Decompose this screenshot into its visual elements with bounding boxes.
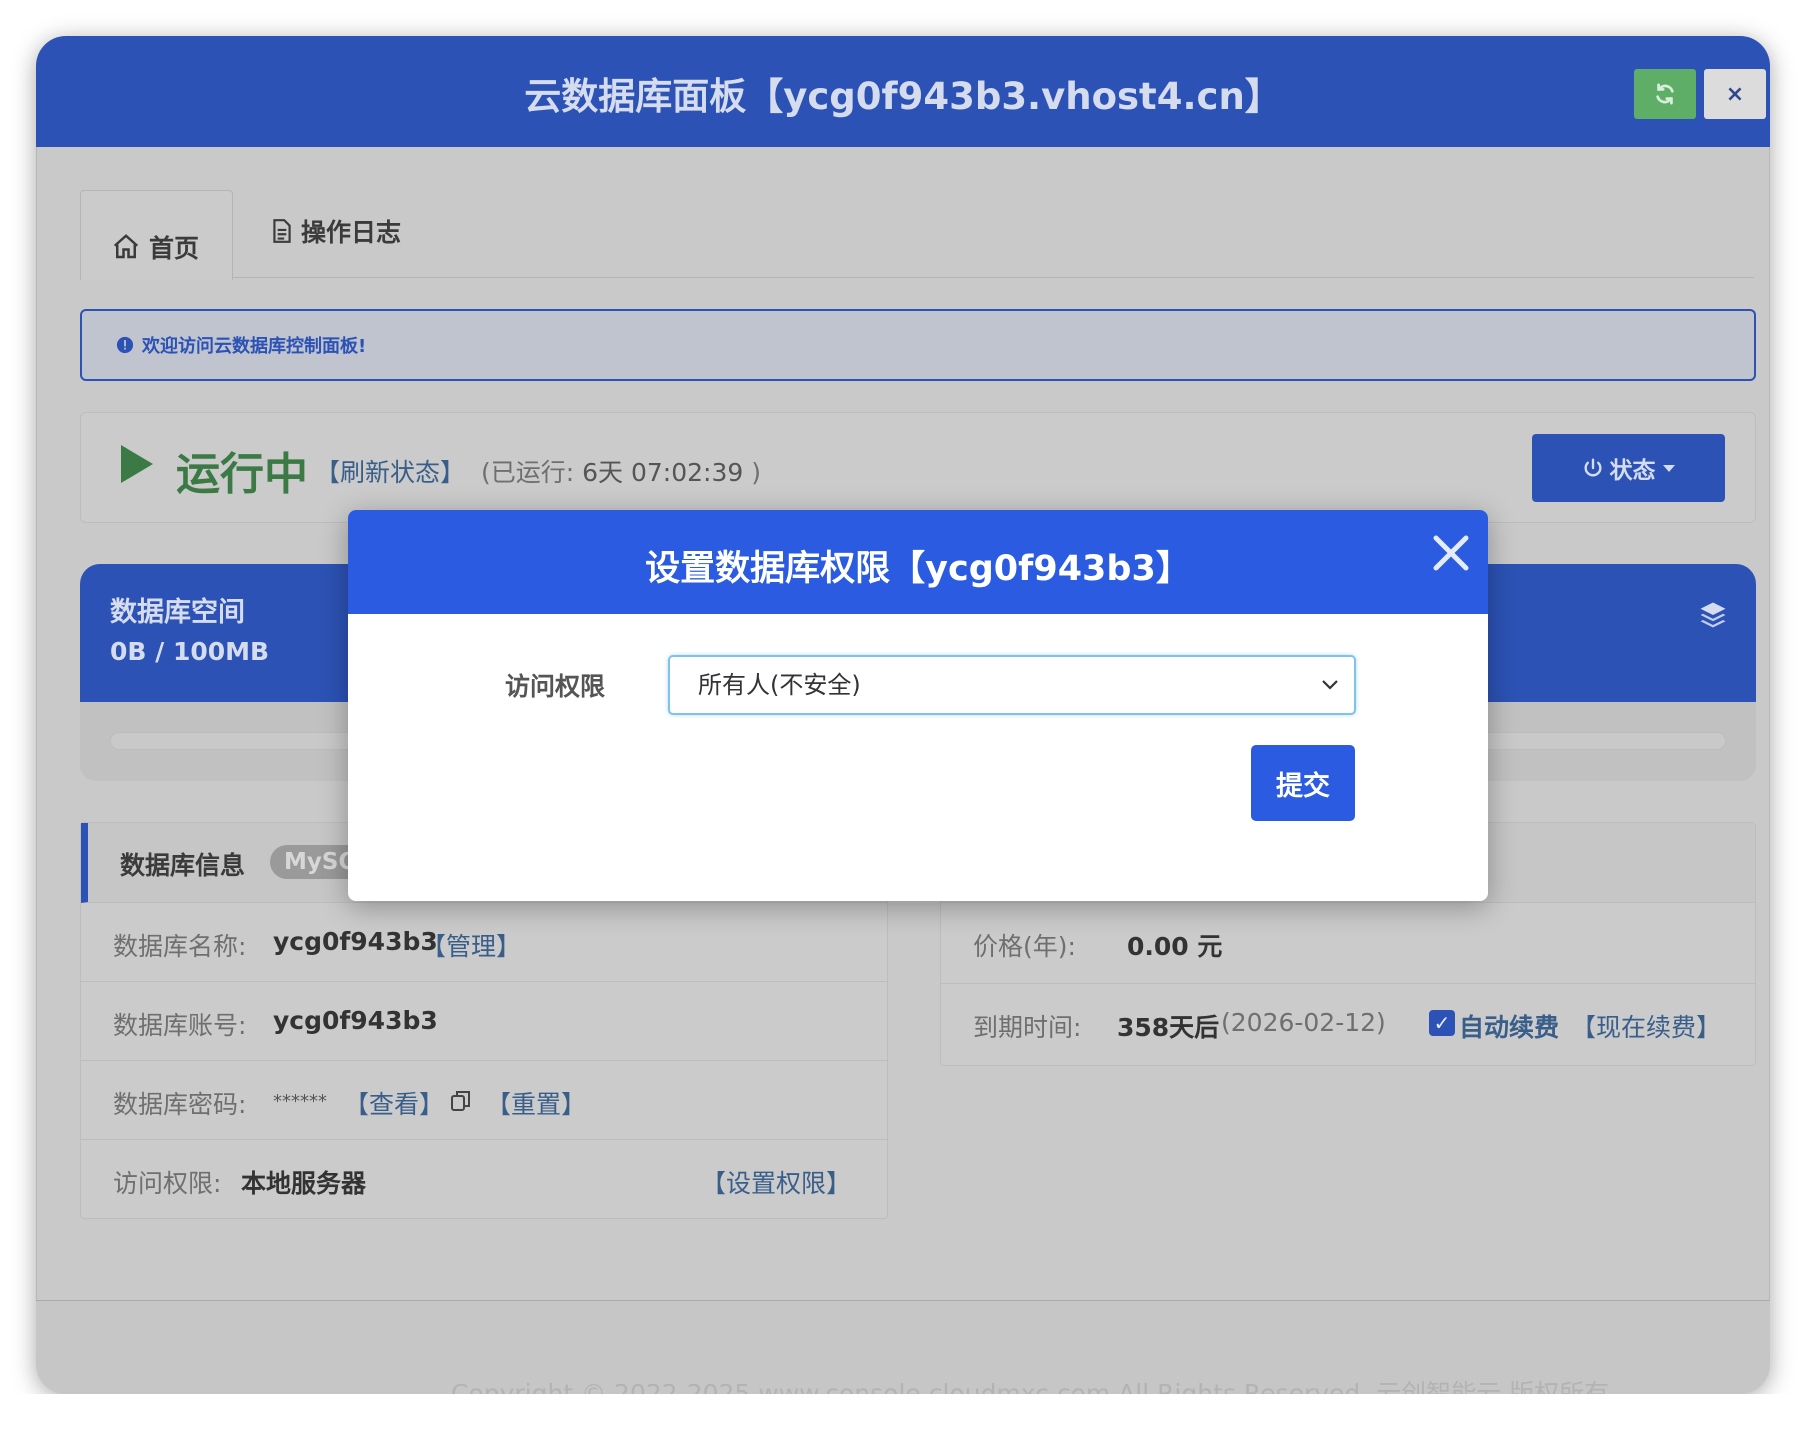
renew-now-link[interactable]: 【现在续费】: [1571, 1008, 1721, 1044]
set-permission-link[interactable]: 【设置权限】: [701, 1164, 851, 1200]
expire-row: 到期时间: 358天后 (2026-02-12) ✓ 自动续费 【现在续费】: [941, 984, 1755, 1063]
modal-close-icon[interactable]: [1426, 528, 1476, 578]
refresh-icon: [1656, 83, 1674, 105]
db-password-label: 数据库密码:: [113, 1090, 247, 1119]
window-header: 云数据库面板【ycg0f943b3.vhost4.cn】 ×: [36, 36, 1770, 147]
power-icon: [1584, 458, 1601, 477]
db-name-value: ycg0f943b3: [273, 927, 438, 956]
page-bottom-margin: [0, 1394, 1806, 1430]
copy-icon[interactable]: [449, 1088, 473, 1114]
tab-divider: [232, 277, 1754, 278]
tab-home[interactable]: 首页: [80, 190, 233, 280]
uptime-end: ): [751, 458, 761, 487]
db-account-row: 数据库账号: ycg0f943b3: [81, 982, 887, 1061]
uptime-value: 6天 07:02:39: [582, 458, 744, 487]
select-value: 所有人(不安全): [698, 671, 861, 699]
space-value: 0B / 100MB: [110, 637, 270, 666]
view-password-link[interactable]: 【查看】: [344, 1085, 444, 1121]
submit-button[interactable]: 提交: [1251, 745, 1355, 821]
running-status: 运行中: [176, 449, 308, 500]
space-title: 数据库空间: [110, 597, 245, 628]
state-dropdown-button[interactable]: 状态: [1532, 434, 1725, 502]
auto-renew-checkbox[interactable]: ✓: [1429, 1010, 1455, 1036]
info-circle-icon: [116, 336, 134, 354]
chevron-down-icon: [1322, 680, 1338, 690]
price-label: 价格(年):: [973, 932, 1076, 961]
access-permission-label: 访问权限: [505, 672, 606, 701]
uptime: (已运行: 6天 07:02:39 ): [481, 453, 761, 489]
tab-operation-log[interactable]: 操作日志: [271, 206, 401, 256]
access-label: 访问权限:: [113, 1169, 222, 1198]
state-button-label: 状态: [1609, 458, 1656, 484]
access-value: 本地服务器: [241, 1169, 367, 1198]
refresh-status-link[interactable]: 【刷新状态】: [315, 453, 465, 489]
layers-icon: [1700, 602, 1726, 628]
home-icon: [113, 233, 139, 258]
db-name-label: 数据库名称:: [113, 932, 247, 961]
uptime-label: (已运行:: [481, 458, 575, 487]
alert-text: 欢迎访问云数据库控制面板!: [142, 336, 367, 357]
permission-modal: 设置数据库权限【ycg0f943b3】 访问权限 所有人(不安全) 提交: [348, 510, 1488, 901]
expire-date: (2026-02-12): [1221, 1008, 1386, 1037]
status-panel: 运行中 【刷新状态】 (已运行: 6天 07:02:39 ): [80, 412, 1756, 523]
reset-password-link[interactable]: 【重置】: [486, 1085, 586, 1121]
price-row: 价格(年): 0.00 元: [941, 903, 1755, 984]
db-name-row: 数据库名称: ycg0f943b3 【管理】: [81, 903, 887, 982]
price-value: 0.00 元: [1127, 932, 1223, 961]
access-permission-select[interactable]: 所有人(不安全): [668, 655, 1356, 715]
window-refresh-button[interactable]: [1634, 69, 1696, 119]
modal-title: 设置数据库权限【ycg0f943b3】: [645, 549, 1191, 589]
document-icon: [273, 219, 291, 243]
caret-down-icon: [1662, 465, 1675, 472]
tab-home-label: 首页: [149, 233, 200, 263]
window-close-button[interactable]: ×: [1704, 69, 1766, 119]
db-password-row: 数据库密码: ****** 【查看】 【重置】: [81, 1061, 887, 1140]
expire-value: 358天后: [1117, 1013, 1220, 1042]
welcome-alert: 欢迎访问云数据库控制面板!: [80, 309, 1756, 381]
window-title: 云数据库面板【ycg0f943b3.vhost4.cn】: [524, 75, 1282, 118]
access-row: 访问权限: 本地服务器 【设置权限】: [81, 1140, 887, 1219]
db-password-value: ******: [273, 1091, 327, 1112]
modal-header: 设置数据库权限【ycg0f943b3】: [348, 510, 1488, 614]
database-info-title: 数据库信息: [120, 851, 246, 880]
db-account-value: ycg0f943b3: [273, 1006, 438, 1035]
auto-renew-label: 自动续费: [1459, 1013, 1560, 1042]
db-account-label: 数据库账号:: [113, 1011, 247, 1040]
tab-log-label: 操作日志: [301, 218, 402, 247]
play-icon: [121, 445, 153, 483]
expire-label: 到期时间:: [973, 1013, 1082, 1042]
manage-link[interactable]: 【管理】: [421, 927, 521, 963]
